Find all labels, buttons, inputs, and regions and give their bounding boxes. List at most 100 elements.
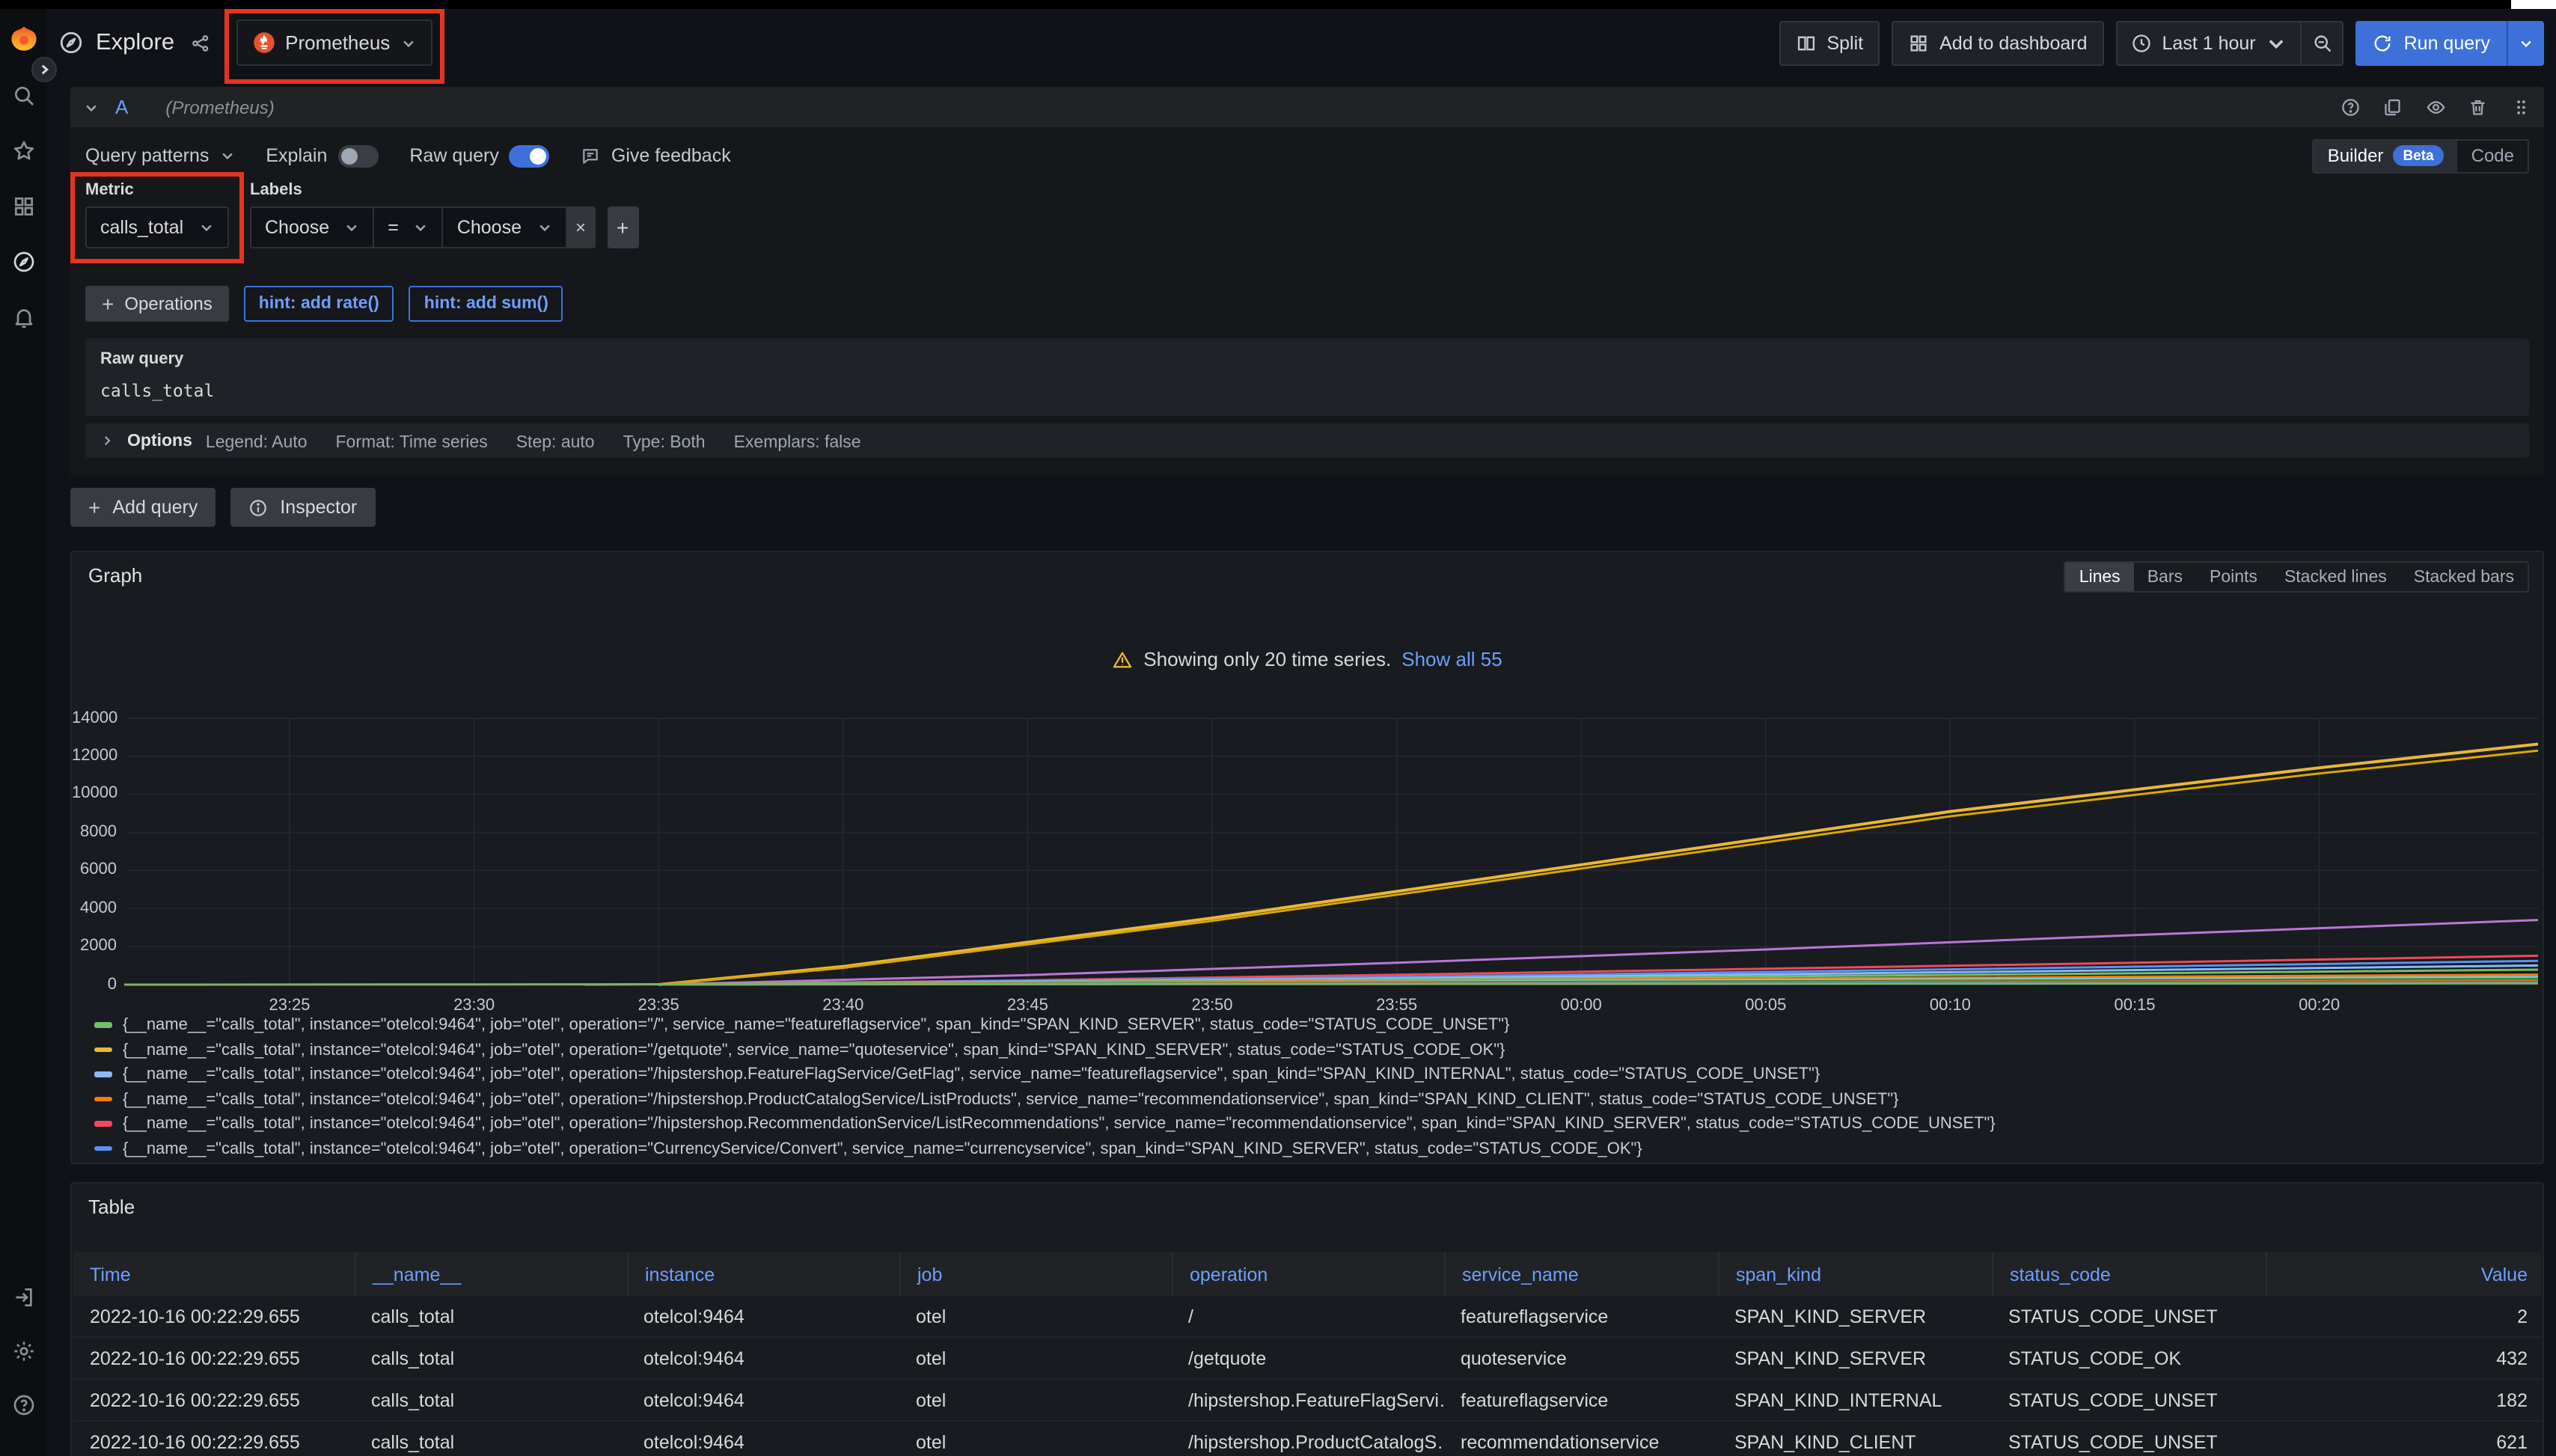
sign-in-icon[interactable]: [11, 1285, 35, 1309]
refresh-icon: [2373, 32, 2394, 53]
legend-item[interactable]: {__name__="calls_total", instance="otelc…: [94, 1038, 2531, 1062]
table-header-service-name[interactable]: service_name: [1444, 1252, 1718, 1296]
run-query-button[interactable]: Run query: [2356, 20, 2507, 65]
legend-item[interactable]: {__name__="calls_total", instance="otelc…: [94, 1062, 2531, 1087]
table-header-status-code[interactable]: status_code: [1992, 1252, 2266, 1296]
legend-item[interactable]: {__name__="calls_total", instance="otelc…: [94, 1013, 2531, 1038]
legend-label: {__name__="calls_total", instance="otelc…: [123, 1041, 1505, 1059]
time-range-button[interactable]: Last 1 hour: [2118, 22, 2301, 64]
legend-item[interactable]: {__name__="calls_total", instance="otelc…: [94, 1161, 2531, 1163]
table-cell: /: [1172, 1296, 1444, 1336]
code-tab[interactable]: Code: [2458, 140, 2528, 171]
legend-label: {__name__="calls_total", instance="otelc…: [123, 1140, 1642, 1157]
zoom-out-icon: [2312, 32, 2333, 53]
explain-toggle-group: Explain: [266, 144, 378, 167]
x-axis-tick: 00:10: [1898, 997, 2002, 1015]
table-cell: 2022-10-16 00:22:29.655: [73, 1296, 355, 1336]
table-cell: SPAN_KIND_SERVER: [1718, 1338, 1992, 1378]
query-help-icon[interactable]: [2340, 97, 2360, 117]
grafana-logo-icon[interactable]: [7, 24, 40, 64]
raw-query-preview: Raw query calls_total: [85, 338, 2529, 416]
starred-icon[interactable]: [11, 139, 35, 163]
option-summary-item: Type: Both: [623, 433, 706, 451]
query-row-header[interactable]: A (Prometheus): [70, 87, 2544, 127]
time-series-plot[interactable]: [124, 712, 2538, 994]
graph-mode-points[interactable]: Points: [2196, 563, 2271, 591]
graph-series-line: [658, 750, 2538, 985]
hint-add-sum-button[interactable]: hint: add sum(): [409, 286, 563, 322]
graph-mode-bars[interactable]: Bars: [2134, 563, 2196, 591]
explore-compass-icon[interactable]: [11, 250, 35, 274]
share-icon[interactable]: [189, 32, 210, 53]
inspector-button[interactable]: Inspector: [230, 488, 375, 527]
metric-select[interactable]: calls_total: [85, 207, 229, 248]
label-value-select[interactable]: Choose: [444, 207, 566, 248]
option-summary-item: Legend: Auto: [206, 433, 308, 451]
table-header-job[interactable]: job: [899, 1252, 1172, 1296]
table-cell: SPAN_KIND_SERVER: [1718, 1296, 1992, 1336]
search-icon[interactable]: [11, 84, 35, 108]
query-options-row[interactable]: Options Legend: AutoFormat: Time seriesS…: [85, 423, 2529, 458]
query-editor-panel: A (Prometheus) Query: [70, 87, 2544, 476]
table-cell: featureflagservice: [1444, 1296, 1718, 1336]
split-button[interactable]: Split: [1779, 20, 1880, 65]
drag-handle-icon[interactable]: [2510, 97, 2531, 117]
help-icon[interactable]: [11, 1393, 35, 1417]
y-axis-tick: 8000: [72, 823, 117, 841]
remove-label-filter-button[interactable]: ×: [566, 207, 595, 248]
collapse-chevron-icon[interactable]: [84, 100, 99, 114]
graph-mode-stacked-lines[interactable]: Stacked lines: [2271, 563, 2400, 591]
table-cell: 432: [2266, 1338, 2544, 1378]
add-to-dashboard-button[interactable]: Add to dashboard: [1892, 20, 2103, 65]
chevron-down-icon: [400, 35, 415, 50]
table-header-operation[interactable]: operation: [1172, 1252, 1444, 1296]
legend-label: {__name__="calls_total", instance="otelc…: [123, 1115, 1996, 1133]
table-cell: 2022-10-16 00:22:29.655: [73, 1338, 355, 1378]
zoom-out-button[interactable]: [2302, 22, 2343, 64]
table-header-value[interactable]: Value: [2266, 1252, 2544, 1296]
show-all-series-link[interactable]: Show all 55: [1401, 648, 1502, 670]
give-feedback-link[interactable]: Give feedback: [581, 145, 731, 166]
table-header-instance[interactable]: instance: [627, 1252, 899, 1296]
table-cell: calls_total: [355, 1380, 627, 1420]
dashboards-icon[interactable]: [11, 195, 35, 218]
settings-gear-icon[interactable]: [11, 1339, 35, 1363]
x-axis-tick: 23:55: [1345, 997, 1449, 1015]
sidebar-expand-button[interactable]: [31, 57, 57, 82]
raw-query-toggle[interactable]: [510, 144, 550, 167]
hint-add-rate-button[interactable]: hint: add rate(): [244, 286, 394, 322]
table-cell: STATUS_CODE_UNSET: [1992, 1296, 2266, 1336]
add-query-button[interactable]: + Add query: [70, 488, 215, 527]
split-columns-icon: [1795, 32, 1816, 53]
alerting-bell-icon[interactable]: [11, 305, 35, 329]
query-patterns-dropdown[interactable]: Query patterns: [85, 145, 234, 166]
legend-item[interactable]: {__name__="calls_total", instance="otelc…: [94, 1137, 2531, 1161]
legend-item[interactable]: {__name__="calls_total", instance="otelc…: [94, 1087, 2531, 1112]
label-operator-select[interactable]: =: [374, 207, 444, 248]
remove-query-trash-icon[interactable]: [2468, 97, 2488, 117]
datasource-picker[interactable]: Prometheus: [236, 19, 432, 66]
warning-text: Showing only 20 time series.: [1143, 648, 1391, 670]
graph-mode-stacked-bars[interactable]: Stacked bars: [2400, 563, 2528, 591]
table-cell: otelcol:9464: [627, 1380, 899, 1420]
table-header-name[interactable]: __name__: [355, 1252, 627, 1296]
run-query-dropdown-button[interactable]: [2508, 20, 2544, 65]
table-panel-title: Table: [88, 1196, 135, 1218]
y-axis-tick: 10000: [72, 785, 117, 803]
builder-tab[interactable]: Builder Beta: [2314, 140, 2458, 171]
table-cell: otel: [899, 1338, 1172, 1378]
table-cell: 2022-10-16 00:22:29.655: [73, 1380, 355, 1420]
duplicate-query-icon[interactable]: [2382, 97, 2403, 117]
dashboard-grid-icon: [1908, 32, 1929, 53]
legend-item[interactable]: {__name__="calls_total", instance="otelc…: [94, 1112, 2531, 1137]
table-header-time[interactable]: Time: [73, 1252, 355, 1296]
explain-toggle[interactable]: [337, 144, 378, 167]
graph-mode-lines[interactable]: Lines: [2066, 563, 2134, 591]
graph-panel: Graph LinesBarsPointsStacked linesStacke…: [70, 551, 2544, 1164]
add-operation-button[interactable]: + Operations: [85, 286, 229, 322]
hide-response-eye-icon[interactable]: [2425, 97, 2445, 117]
table-header-span-kind[interactable]: span_kind: [1718, 1252, 1992, 1296]
time-picker-group: Last 1 hour: [2116, 20, 2344, 65]
label-key-select[interactable]: Choose: [250, 207, 374, 248]
add-label-filter-button[interactable]: +: [607, 207, 638, 248]
